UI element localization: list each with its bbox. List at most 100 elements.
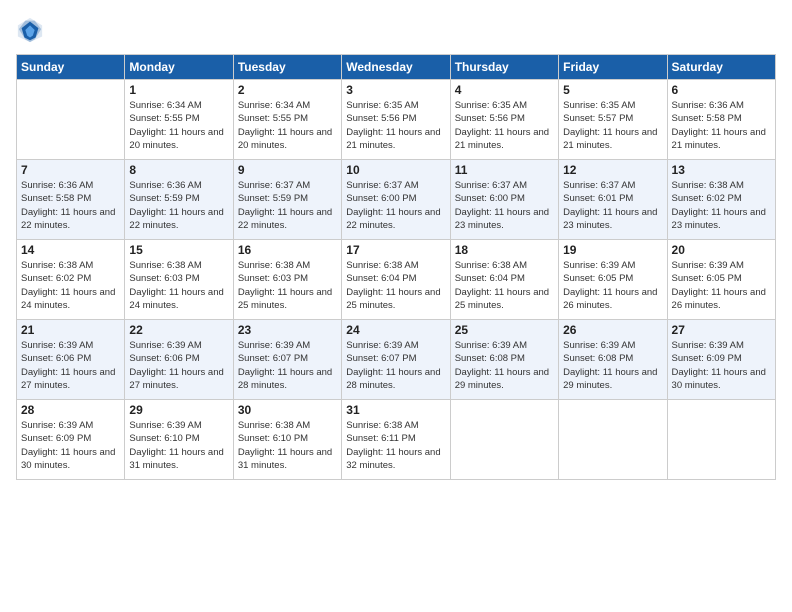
day-info: Sunrise: 6:38 AM Sunset: 6:04 PM Dayligh… xyxy=(455,259,554,312)
day-number: 6 xyxy=(672,83,771,97)
day-header-thursday: Thursday xyxy=(450,55,558,80)
day-info: Sunrise: 6:38 AM Sunset: 6:04 PM Dayligh… xyxy=(346,259,445,312)
day-info: Sunrise: 6:38 AM Sunset: 6:03 PM Dayligh… xyxy=(129,259,228,312)
calendar-cell xyxy=(17,80,125,160)
day-header-saturday: Saturday xyxy=(667,55,775,80)
calendar-cell: 27 Sunrise: 6:39 AM Sunset: 6:09 PM Dayli… xyxy=(667,320,775,400)
day-header-sunday: Sunday xyxy=(17,55,125,80)
calendar-cell: 11 Sunrise: 6:37 AM Sunset: 6:00 PM Dayli… xyxy=(450,160,558,240)
day-number: 2 xyxy=(238,83,337,97)
day-info: Sunrise: 6:39 AM Sunset: 6:06 PM Dayligh… xyxy=(21,339,120,392)
day-info: Sunrise: 6:35 AM Sunset: 5:56 PM Dayligh… xyxy=(346,99,445,152)
day-number: 15 xyxy=(129,243,228,257)
calendar-cell: 21 Sunrise: 6:39 AM Sunset: 6:06 PM Dayli… xyxy=(17,320,125,400)
day-number: 17 xyxy=(346,243,445,257)
calendar-cell: 25 Sunrise: 6:39 AM Sunset: 6:08 PM Dayli… xyxy=(450,320,558,400)
calendar-cell: 23Sunrise: 6:39 AM Sunset: 6:07 PM Dayli… xyxy=(233,320,341,400)
calendar-cell: 6 Sunrise: 6:36 AM Sunset: 5:58 PM Daylig… xyxy=(667,80,775,160)
calendar-table: SundayMondayTuesdayWednesdayThursdayFrid… xyxy=(16,54,776,480)
day-number: 4 xyxy=(455,83,554,97)
calendar-cell: 7Sunrise: 6:36 AM Sunset: 5:58 PM Daylig… xyxy=(17,160,125,240)
day-info: Sunrise: 6:38 AM Sunset: 6:03 PM Dayligh… xyxy=(238,259,337,312)
day-number: 26 xyxy=(563,323,662,337)
day-info: Sunrise: 6:38 AM Sunset: 6:02 PM Dayligh… xyxy=(672,179,771,232)
week-row-2: 7Sunrise: 6:36 AM Sunset: 5:58 PM Daylig… xyxy=(17,160,776,240)
calendar-cell: 2Sunrise: 6:34 AM Sunset: 5:55 PM Daylig… xyxy=(233,80,341,160)
day-info: Sunrise: 6:38 AM Sunset: 6:11 PM Dayligh… xyxy=(346,419,445,472)
day-info: Sunrise: 6:38 AM Sunset: 6:02 PM Dayligh… xyxy=(21,259,120,312)
day-number: 1 xyxy=(129,83,228,97)
calendar-cell xyxy=(450,400,558,480)
week-row-3: 14Sunrise: 6:38 AM Sunset: 6:02 PM Dayli… xyxy=(17,240,776,320)
week-row-5: 28Sunrise: 6:39 AM Sunset: 6:09 PM Dayli… xyxy=(17,400,776,480)
day-number: 22 xyxy=(129,323,228,337)
logo xyxy=(16,16,46,44)
day-info: Sunrise: 6:39 AM Sunset: 6:06 PM Dayligh… xyxy=(129,339,228,392)
day-info: Sunrise: 6:39 AM Sunset: 6:09 PM Dayligh… xyxy=(672,339,771,392)
calendar-cell xyxy=(559,400,667,480)
calendar-cell: 22 Sunrise: 6:39 AM Sunset: 6:06 PM Dayli… xyxy=(125,320,233,400)
day-number: 20 xyxy=(672,243,771,257)
day-info: Sunrise: 6:39 AM Sunset: 6:07 PM Dayligh… xyxy=(346,339,445,392)
calendar-cell: 1 Sunrise: 6:34 AM Sunset: 5:55 PM Daylig… xyxy=(125,80,233,160)
day-info: Sunrise: 6:37 AM Sunset: 5:59 PM Dayligh… xyxy=(238,179,337,232)
day-info: Sunrise: 6:39 AM Sunset: 6:09 PM Dayligh… xyxy=(21,419,120,472)
day-number: 11 xyxy=(455,163,554,177)
day-number: 23 xyxy=(238,323,337,337)
day-info: Sunrise: 6:39 AM Sunset: 6:08 PM Dayligh… xyxy=(563,339,662,392)
calendar-cell: 12 Sunrise: 6:37 AM Sunset: 6:01 PM Dayli… xyxy=(559,160,667,240)
calendar-cell: 26 Sunrise: 6:39 AM Sunset: 6:08 PM Dayli… xyxy=(559,320,667,400)
week-row-4: 21 Sunrise: 6:39 AM Sunset: 6:06 PM Dayli… xyxy=(17,320,776,400)
day-info: Sunrise: 6:35 AM Sunset: 5:56 PM Dayligh… xyxy=(455,99,554,152)
day-number: 13 xyxy=(672,163,771,177)
day-info: Sunrise: 6:39 AM Sunset: 6:08 PM Dayligh… xyxy=(455,339,554,392)
day-number: 10 xyxy=(346,163,445,177)
calendar-cell: 18 Sunrise: 6:38 AM Sunset: 6:04 PM Dayli… xyxy=(450,240,558,320)
calendar-cell: 24Sunrise: 6:39 AM Sunset: 6:07 PM Dayli… xyxy=(342,320,450,400)
calendar-cell: 20 Sunrise: 6:39 AM Sunset: 6:05 PM Dayli… xyxy=(667,240,775,320)
day-info: Sunrise: 6:37 AM Sunset: 6:00 PM Dayligh… xyxy=(346,179,445,232)
header xyxy=(16,16,776,44)
day-info: Sunrise: 6:39 AM Sunset: 6:05 PM Dayligh… xyxy=(563,259,662,312)
calendar-cell: 19 Sunrise: 6:39 AM Sunset: 6:05 PM Dayli… xyxy=(559,240,667,320)
calendar-cell: 5Sunrise: 6:35 AM Sunset: 5:57 PM Daylig… xyxy=(559,80,667,160)
calendar-cell: 30 Sunrise: 6:38 AM Sunset: 6:10 PM Dayli… xyxy=(233,400,341,480)
page-container: SundayMondayTuesdayWednesdayThursdayFrid… xyxy=(0,0,792,490)
day-number: 18 xyxy=(455,243,554,257)
calendar-cell: 9 Sunrise: 6:37 AM Sunset: 5:59 PM Daylig… xyxy=(233,160,341,240)
day-number: 29 xyxy=(129,403,228,417)
day-number: 3 xyxy=(346,83,445,97)
day-number: 31 xyxy=(346,403,445,417)
day-info: Sunrise: 6:36 AM Sunset: 5:58 PM Dayligh… xyxy=(672,99,771,152)
calendar-cell: 28Sunrise: 6:39 AM Sunset: 6:09 PM Dayli… xyxy=(17,400,125,480)
day-number: 16 xyxy=(238,243,337,257)
day-info: Sunrise: 6:39 AM Sunset: 6:05 PM Dayligh… xyxy=(672,259,771,312)
day-number: 27 xyxy=(672,323,771,337)
day-info: Sunrise: 6:34 AM Sunset: 5:55 PM Dayligh… xyxy=(129,99,228,152)
calendar-cell: 31 Sunrise: 6:38 AM Sunset: 6:11 PM Dayli… xyxy=(342,400,450,480)
day-number: 12 xyxy=(563,163,662,177)
calendar-cell: 10 Sunrise: 6:37 AM Sunset: 6:00 PM Dayli… xyxy=(342,160,450,240)
calendar-cell xyxy=(667,400,775,480)
header-row: SundayMondayTuesdayWednesdayThursdayFrid… xyxy=(17,55,776,80)
logo-icon xyxy=(16,16,44,44)
day-header-monday: Monday xyxy=(125,55,233,80)
day-info: Sunrise: 6:36 AM Sunset: 5:59 PM Dayligh… xyxy=(129,179,228,232)
day-number: 7 xyxy=(21,163,120,177)
day-info: Sunrise: 6:39 AM Sunset: 6:10 PM Dayligh… xyxy=(129,419,228,472)
day-header-tuesday: Tuesday xyxy=(233,55,341,80)
day-number: 25 xyxy=(455,323,554,337)
calendar-cell: 3 Sunrise: 6:35 AM Sunset: 5:56 PM Daylig… xyxy=(342,80,450,160)
calendar-cell: 14Sunrise: 6:38 AM Sunset: 6:02 PM Dayli… xyxy=(17,240,125,320)
calendar-cell: 8 Sunrise: 6:36 AM Sunset: 5:59 PM Daylig… xyxy=(125,160,233,240)
day-info: Sunrise: 6:38 AM Sunset: 6:10 PM Dayligh… xyxy=(238,419,337,472)
day-number: 9 xyxy=(238,163,337,177)
day-number: 30 xyxy=(238,403,337,417)
day-number: 21 xyxy=(21,323,120,337)
day-info: Sunrise: 6:37 AM Sunset: 6:00 PM Dayligh… xyxy=(455,179,554,232)
day-info: Sunrise: 6:37 AM Sunset: 6:01 PM Dayligh… xyxy=(563,179,662,232)
calendar-cell: 15 Sunrise: 6:38 AM Sunset: 6:03 PM Dayli… xyxy=(125,240,233,320)
week-row-1: 1 Sunrise: 6:34 AM Sunset: 5:55 PM Daylig… xyxy=(17,80,776,160)
day-number: 19 xyxy=(563,243,662,257)
day-number: 8 xyxy=(129,163,228,177)
